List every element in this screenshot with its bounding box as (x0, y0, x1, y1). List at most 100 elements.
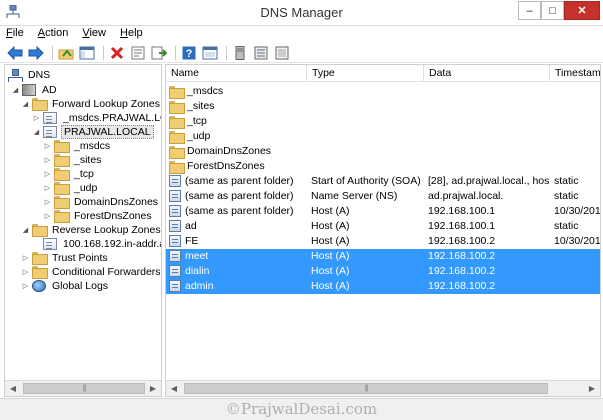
collapsed-triangle-icon[interactable]: ▷ (43, 198, 52, 206)
zone-icon[interactable] (273, 45, 291, 61)
cell-text: DomainDnsZones (187, 145, 272, 157)
back-icon[interactable] (6, 45, 24, 61)
list-row[interactable]: meet Host (A) 192.168.100.2 (166, 249, 600, 264)
collapsed-triangle-icon[interactable]: ▷ (43, 212, 52, 220)
list-row[interactable]: ad Host (A) 192.168.100.1 static (166, 219, 600, 234)
list-row[interactable]: _sites (166, 99, 600, 114)
scrollbar-thumb[interactable]: ||| (184, 383, 548, 394)
tree-node-prajwal-local[interactable]: ◢ PRAJWAL.LOCAL (32, 125, 154, 139)
scroll-right-arrow-icon[interactable]: ▶ (584, 381, 600, 396)
tree-node-conditional-forwarders[interactable]: ▷ Conditional Forwarders (21, 265, 161, 279)
menu-action[interactable]: Action (38, 26, 69, 42)
folder-icon (54, 154, 70, 167)
dns-record-icon (169, 205, 181, 218)
tree-horizontal-scrollbar[interactable]: ◀ ||| ▶ (5, 380, 161, 396)
properties-icon[interactable] (129, 45, 147, 61)
expanded-triangle-icon[interactable]: ◢ (21, 226, 30, 234)
maximize-button[interactable]: □ (541, 1, 564, 20)
refresh-icon[interactable] (201, 45, 219, 61)
collapsed-triangle-icon[interactable]: ▷ (21, 282, 30, 290)
tree-node-label: _udp (74, 182, 98, 194)
list-row[interactable]: admin Host (A) 192.168.100.2 (166, 279, 600, 294)
collapsed-triangle-icon[interactable]: ▷ (32, 114, 41, 122)
tree-node-child[interactable]: ▷ _tcp (43, 167, 96, 181)
collapsed-triangle-icon[interactable]: ▷ (21, 268, 30, 276)
cell-text: (same as parent folder) (185, 205, 294, 217)
watermark: ©PrajwalDesai.com (225, 400, 378, 418)
collapsed-triangle-icon[interactable]: ▷ (21, 254, 30, 262)
show-hide-console-tree-icon[interactable] (78, 45, 96, 61)
title-bar: DNS Manager – □ ✕ (0, 0, 603, 26)
collapsed-triangle-icon[interactable]: ▷ (43, 156, 52, 164)
tree-node-label: AD (42, 84, 57, 96)
tree-node-child[interactable]: ▷ _udp (43, 181, 99, 195)
tree-node-reverse-lookup-zones[interactable]: ◢ Reverse Lookup Zones (21, 223, 161, 237)
toolbar-separator (175, 45, 176, 60)
expanded-triangle-icon[interactable]: ◢ (32, 128, 41, 136)
tree-node-child[interactable]: ▷ _sites (43, 153, 103, 167)
scroll-right-arrow-icon[interactable]: ▶ (145, 381, 161, 396)
column-header-timestamp[interactable]: Timestam (550, 65, 600, 82)
delete-icon[interactable] (108, 45, 126, 61)
list-row[interactable]: _msdcs (166, 84, 600, 99)
list-row[interactable]: _tcp (166, 114, 600, 129)
scrollbar-thumb[interactable]: ||| (23, 383, 145, 394)
folder-icon (32, 252, 48, 265)
menu-help[interactable]: Help (120, 26, 143, 42)
list-horizontal-scrollbar[interactable]: ◀ ||| ▶ (166, 380, 600, 396)
server-icon[interactable] (231, 45, 249, 61)
record-icon[interactable] (252, 45, 270, 61)
menu-file[interactable]: File (6, 26, 24, 42)
menu-view[interactable]: View (82, 26, 106, 42)
tree-node-forward-lookup-zones[interactable]: ◢ Forward Lookup Zones (21, 97, 161, 111)
scroll-left-arrow-icon[interactable]: ◀ (5, 381, 21, 396)
cell-name: ad (169, 219, 307, 234)
tree-node-child[interactable]: ▷ _msdcs (43, 139, 112, 153)
tree-node-label: DNS (28, 69, 51, 81)
column-header-name[interactable]: Name (166, 65, 307, 82)
tree-node-dns[interactable]: DNS (8, 68, 52, 82)
export-list-icon[interactable] (150, 45, 168, 61)
collapsed-triangle-icon[interactable]: ▷ (43, 184, 52, 192)
cell-name: admin (169, 279, 307, 294)
help-icon[interactable]: ? (180, 45, 198, 61)
cell-type (311, 129, 424, 144)
list-row[interactable]: ForestDnsZones (166, 159, 600, 174)
tree-node-child[interactable]: ▷ DomainDnsZones (43, 195, 160, 209)
tree-node-server-ad[interactable]: ◢ AD (11, 83, 59, 97)
column-header-data[interactable]: Data (424, 65, 550, 82)
expanded-triangle-icon[interactable]: ◢ (21, 100, 30, 108)
list-row[interactable]: (same as parent folder) Start of Authorit… (166, 174, 600, 189)
expanded-triangle-icon[interactable]: ◢ (11, 86, 20, 94)
up-folder-icon[interactable] (57, 45, 75, 61)
forward-icon[interactable] (27, 45, 45, 61)
list-row[interactable]: (same as parent folder) Host (A) 192.168.1… (166, 204, 600, 219)
list-row[interactable]: FE Host (A) 192.168.100.2 10/30/201 (166, 234, 600, 249)
cell-type: Host (A) (311, 249, 424, 264)
minimize-button[interactable]: – (518, 1, 541, 20)
records-list-view[interactable]: Name Type Data Timestam _msdcs _sites _tcp… (165, 64, 601, 397)
tree-node-label: _tcp (74, 168, 94, 180)
cell-text: static (554, 220, 579, 232)
console-tree[interactable]: DNS ◢ AD ◢ Forward Lookup Zones ▷ _msdcs… (4, 64, 162, 397)
list-row[interactable]: (same as parent folder) Name Server (NS) a… (166, 189, 600, 204)
tree-node-reverse-zone[interactable]: 100.168.192.in-addr.a (43, 237, 161, 251)
cell-type (311, 84, 424, 99)
scroll-left-arrow-icon[interactable]: ◀ (166, 381, 182, 396)
close-button[interactable]: ✕ (564, 1, 600, 20)
list-row[interactable]: _udp (166, 129, 600, 144)
tree-node-child[interactable]: ▷ ForestDnsZones (43, 209, 154, 223)
cell-ts: static (554, 174, 600, 189)
cell-ts: static (554, 189, 600, 204)
tree-node-msdcs-zone[interactable]: ▷ _msdcs.PRAJWAL.LO (32, 111, 161, 125)
cell-name: _sites (169, 99, 307, 114)
cell-ts (554, 249, 600, 264)
collapsed-triangle-icon[interactable]: ▷ (43, 142, 52, 150)
column-header-type[interactable]: Type (307, 65, 424, 82)
collapsed-triangle-icon[interactable]: ▷ (43, 170, 52, 178)
tree-node-global-logs[interactable]: ▷ Global Logs (21, 279, 110, 293)
list-row[interactable]: dialin Host (A) 192.168.100.2 (166, 264, 600, 279)
tree-node-trust-points[interactable]: ▷ Trust Points (21, 251, 110, 265)
list-row[interactable]: DomainDnsZones (166, 144, 600, 159)
cell-text: ForestDnsZones (187, 160, 265, 172)
